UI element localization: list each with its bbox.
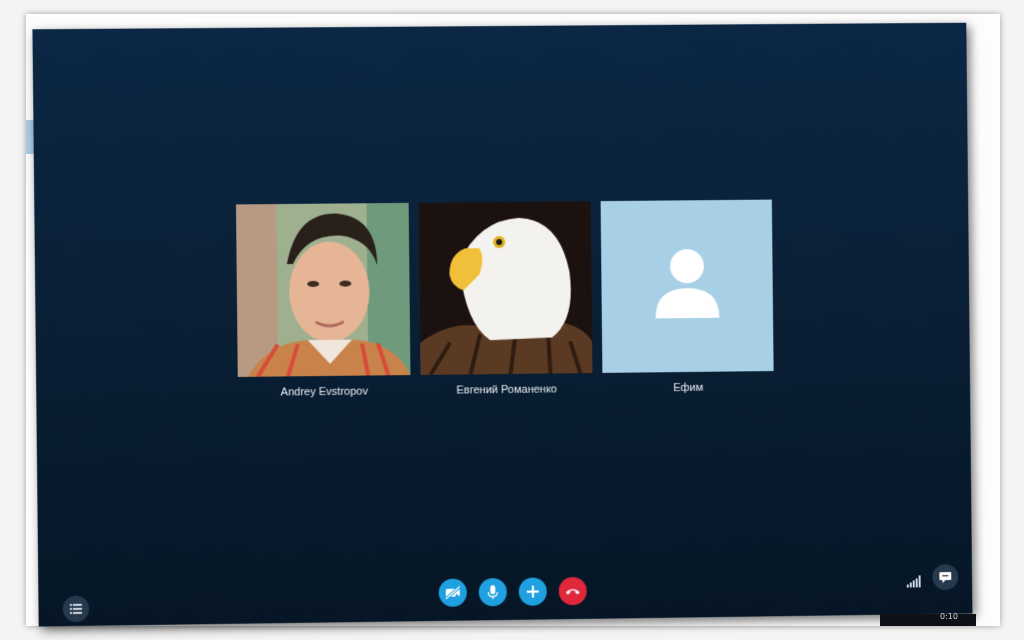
participant-tile[interactable]: Евгений Романенко	[418, 201, 593, 403]
call-controls	[438, 576, 587, 607]
participant-name: Andrey Evstropov	[280, 385, 368, 399]
mute-button[interactable]	[478, 577, 507, 607]
end-call-icon	[566, 589, 581, 596]
participant-tile[interactable]: Andrey Evstropov	[235, 202, 411, 405]
participant-tile[interactable]: Ефим	[600, 199, 774, 401]
participants-grid: Andrey Evstropov Евгений Романенко Ефим	[235, 199, 778, 406]
call-menu-button[interactable]	[62, 595, 90, 623]
eagle-photo	[418, 201, 593, 375]
participant-name: Ефим	[673, 381, 704, 395]
taskbar-clock: 0:10	[940, 612, 958, 621]
person-photo	[235, 202, 411, 377]
participant-avatar	[235, 202, 411, 377]
chat-bubble-icon	[939, 572, 952, 584]
participant-name: Евгений Романенко	[456, 383, 557, 397]
default-contact-icon	[655, 249, 720, 319]
video-off-icon	[444, 585, 461, 600]
taskbar-fragment	[880, 614, 976, 626]
screen: Andrey Evstropov Евгений Романенко Ефим …	[0, 0, 1024, 640]
add-participant-button[interactable]	[518, 577, 547, 606]
plus-icon	[526, 585, 540, 598]
microphone-icon	[487, 585, 498, 600]
chat-button[interactable]	[932, 563, 959, 591]
end-call-button[interactable]	[558, 576, 587, 606]
video-toggle-button[interactable]	[438, 578, 467, 607]
call-window: Andrey Evstropov Евгений Романенко Ефим	[32, 22, 973, 627]
signal-strength-icon[interactable]	[906, 574, 921, 588]
list-icon	[69, 603, 83, 615]
participant-avatar	[600, 199, 774, 373]
participant-avatar	[418, 201, 593, 375]
